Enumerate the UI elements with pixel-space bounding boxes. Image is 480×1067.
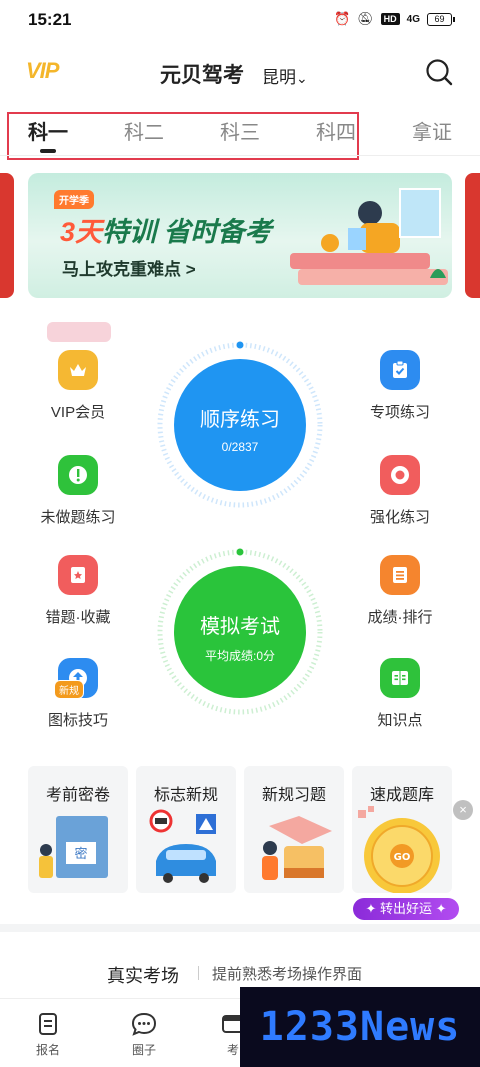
card-title: 标志新规 — [153, 787, 218, 804]
secret-paper-illustration: 密 — [39, 816, 108, 878]
clipboard-icon — [380, 350, 420, 390]
feature-unanswered[interactable]: 未做题练习 — [23, 455, 133, 527]
hd-icon: HD — [380, 13, 400, 25]
promo-banner[interactable]: 开学季 3天特训 省时备考 马上攻克重难点 > — [28, 173, 452, 298]
vip-logo[interactable]: VIP — [26, 58, 59, 84]
feature-label: 知识点 — [377, 712, 423, 729]
feature-label: VIP会员 — [50, 404, 106, 421]
nav-label: 圈子 — [131, 1043, 156, 1057]
exam-title: 模拟考试 — [200, 616, 280, 638]
exam-separator — [198, 966, 199, 980]
practice-progress: 0/2837 — [221, 440, 259, 454]
practice-title: 顺序练习 — [200, 409, 280, 431]
nav-item-circle[interactable]: 圈子 — [114, 1011, 174, 1058]
feature-intensive-practice[interactable]: 强化练习 — [345, 455, 455, 527]
banner-subline: 马上攻克重难点 > — [62, 260, 196, 279]
card-title: 速成题库 — [369, 787, 434, 804]
feature-vip[interactable]: VIP会员 — [23, 350, 133, 422]
upload-icon: 新规 — [54, 658, 98, 699]
card-title: 新规习题 — [261, 787, 326, 804]
wheel-go-glyph: GO — [394, 852, 411, 863]
banner-headline-text: 特训 省时备考 — [102, 217, 272, 247]
city-label: 昆明 — [262, 68, 296, 87]
chat-icon — [131, 1012, 157, 1036]
document-icon — [39, 1013, 57, 1035]
banner-tag: 开学季 — [54, 190, 94, 209]
card-quick-question-bank[interactable]: 速成题库 GO — [352, 766, 452, 893]
feature-label: 专项练习 — [369, 404, 430, 421]
target-icon — [380, 455, 420, 495]
feature-label: 图标技巧 — [47, 712, 108, 729]
feature-knowledge[interactable]: 知识点 — [345, 658, 455, 730]
close-icon[interactable]: × — [453, 800, 473, 820]
banner-headline: 3天特训 省时备考 — [60, 210, 272, 249]
section-divider — [0, 924, 480, 932]
star-icon — [58, 555, 98, 595]
chevron-down-icon: ⌄ — [296, 70, 308, 86]
banner-headline-accent: 3天 — [60, 217, 103, 247]
feature-label: 错题·收藏 — [45, 609, 111, 626]
status-bar: 15:21 ⏰ 🔕︎ HD 4G 69 — [0, 0, 480, 40]
signal-icon: 4G — [406, 13, 420, 25]
new-rule-badge: 新规 — [54, 680, 84, 699]
feature-label: 未做题练习 — [40, 509, 116, 526]
search-icon[interactable] — [425, 58, 453, 86]
highlight-box — [7, 112, 359, 160]
exam-score: 平均成绩:0分 — [204, 649, 275, 663]
city-selector[interactable]: 昆明⌄ — [262, 63, 308, 88]
card-new-signs[interactable]: 标志新规 — [136, 766, 236, 893]
battery-icon: 69 — [427, 12, 455, 26]
lucky-wheel-illustration: GO — [358, 806, 440, 893]
feature-label: 强化练习 — [369, 509, 430, 526]
books-illustration — [262, 816, 332, 880]
paper-glyph: 密 — [74, 846, 87, 862]
nav-label: 报名 — [35, 1043, 60, 1057]
tab-divider — [0, 155, 480, 156]
book-icon — [380, 658, 420, 698]
page-title: 元贝驾考 — [160, 64, 244, 87]
watermark-logo: 1233News — [240, 987, 480, 1067]
limited-offer-tag — [47, 322, 111, 342]
subject-tabs: 科一 科二 科三 科四 拿证 — [0, 108, 480, 160]
status-time: 15:21 — [28, 10, 72, 29]
feature-label: 成绩·排行 — [367, 609, 433, 626]
nav-item-signup[interactable]: 报名 — [18, 1011, 78, 1058]
real-exam-title[interactable]: 真实考场 — [107, 962, 179, 988]
list-icon — [380, 555, 420, 595]
feature-ranking[interactable]: 成绩·排行 — [345, 555, 455, 627]
crown-icon — [58, 350, 98, 390]
banner-prev-peek[interactable] — [0, 173, 14, 298]
card-new-rule-exercises[interactable]: 新规习题 — [244, 766, 344, 893]
feature-mistakes[interactable]: 错题·收藏 — [23, 555, 133, 627]
feature-special-practice[interactable]: 专项练习 — [345, 350, 455, 422]
car-signs-illustration — [149, 809, 216, 883]
mock-exam-button[interactable]: 模拟考试 平均成绩:0分 — [174, 566, 306, 698]
card-pre-exam-paper[interactable]: 考前密卷 密 — [28, 766, 128, 893]
sequential-practice-button[interactable]: 顺序练习 0/2837 — [174, 359, 306, 491]
alarm-icon: ⏰ — [333, 11, 351, 26]
tab-license[interactable]: 拿证 — [412, 116, 452, 145]
real-exam-subtitle: 提前熟悉考场操作界面 — [212, 966, 363, 983]
card-title: 考前密卷 — [45, 787, 110, 804]
spin-luck-button[interactable]: ✦ 转出好运 ✦ — [353, 898, 459, 920]
exclamation-icon — [58, 455, 98, 495]
mute-icon: 🔕︎ — [357, 11, 374, 26]
banner-next-peek[interactable] — [465, 173, 480, 298]
app-header: VIP 元贝驾考 昆明⌄ — [0, 50, 480, 94]
feature-sign-tips[interactable]: 新规 图标技巧 — [23, 658, 133, 730]
status-icons: ⏰ 🔕︎ HD 4G 69 — [333, 11, 455, 27]
banner-illustration — [290, 188, 448, 285]
